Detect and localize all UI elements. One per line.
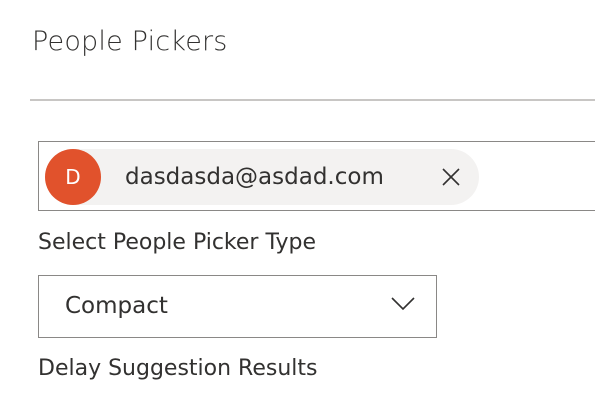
avatar: D [45, 149, 101, 205]
page-title: People Pickers [32, 26, 228, 57]
dropdown-selected-value: Compact [65, 293, 168, 319]
persona-email: dasdasda@asdad.com [125, 164, 384, 190]
persona-chip[interactable]: D dasdasda@asdad.com [45, 149, 479, 205]
delay-suggestion-label: Delay Suggestion Results [38, 356, 318, 381]
close-icon[interactable] [441, 167, 461, 187]
picker-type-label: Select People Picker Type [38, 230, 316, 255]
picker-type-dropdown[interactable]: Compact [38, 275, 437, 338]
chevron-down-icon [391, 296, 415, 312]
title-divider [30, 99, 595, 101]
people-picker-input[interactable]: D dasdasda@asdad.com [38, 141, 595, 211]
